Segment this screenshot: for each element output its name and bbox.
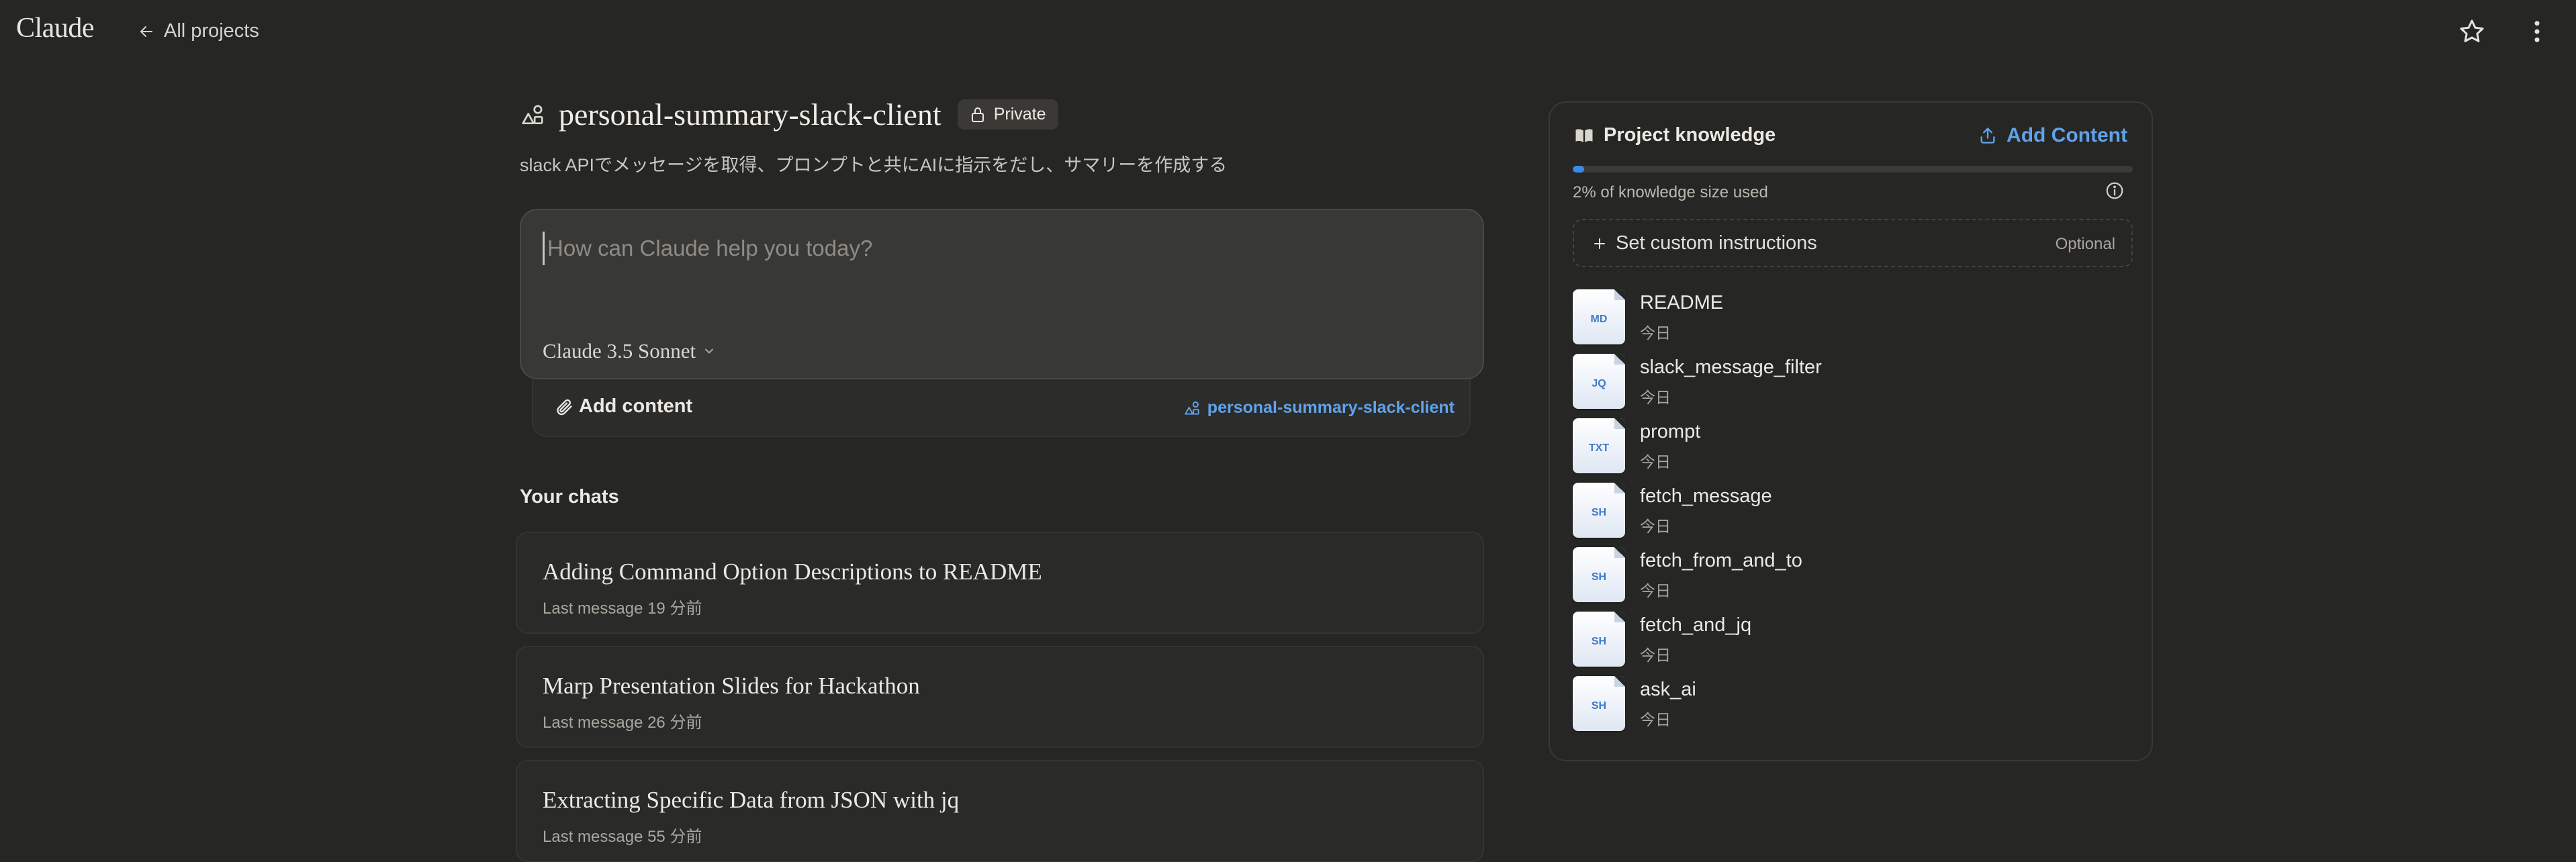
- file-date: 今日: [1640, 646, 1671, 664]
- chat-timestamp: Last message 55 分前: [543, 828, 702, 846]
- book-icon: [1574, 126, 1594, 146]
- knowledge-file[interactable]: TXT prompt 今日: [1573, 417, 2123, 479]
- star-icon[interactable]: [2458, 17, 2486, 46]
- file-name: fetch_from_and_to: [1640, 550, 1802, 571]
- custom-instructions-button[interactable]: Set custom instructions Optional: [1573, 219, 2133, 267]
- project-knowledge-panel: Project knowledge Add Content 2% of know…: [1549, 101, 2153, 761]
- file-icon: MD: [1573, 289, 1625, 344]
- all-projects-link[interactable]: All projects: [138, 20, 259, 42]
- project-icon: [520, 102, 545, 128]
- file-date: 今日: [1640, 389, 1671, 406]
- chat-title: Adding Command Option Descriptions to RE…: [543, 559, 1042, 585]
- chat-timestamp: Last message 26 分前: [543, 714, 702, 732]
- plus-icon: [1592, 236, 1608, 252]
- file-type: SH: [1591, 507, 1607, 518]
- knowledge-file[interactable]: SH ask_ai 今日: [1573, 675, 2123, 736]
- lock-icon: [970, 106, 986, 124]
- knowledge-usage-bar: [1573, 166, 2133, 173]
- chats-heading: Your chats: [520, 486, 619, 508]
- claude-logo[interactable]: Claude: [16, 12, 94, 44]
- knowledge-file[interactable]: MD README 今日: [1573, 288, 2123, 350]
- file-type: MD: [1590, 314, 1608, 325]
- file-icon: TXT: [1573, 418, 1625, 473]
- file-type: SH: [1591, 571, 1607, 583]
- file-type: TXT: [1588, 442, 1610, 454]
- info-icon[interactable]: [2105, 181, 2125, 201]
- chat-input[interactable]: [543, 232, 1462, 265]
- file-type: SH: [1591, 700, 1607, 712]
- project-context-label: personal-summary-slack-client: [1207, 398, 1455, 417]
- file-name: ask_ai: [1640, 679, 1696, 700]
- chat-item[interactable]: Adding Command Option Descriptions to RE…: [516, 532, 1484, 634]
- private-badge: Private: [957, 99, 1058, 130]
- file-name: slack_message_filter: [1640, 356, 1822, 378]
- chat-item[interactable]: Extracting Specific Data from JSON with …: [516, 760, 1484, 862]
- project-header: personal-summary-slack-client Private: [520, 97, 1058, 132]
- knowledge-usage-fill: [1573, 166, 1584, 173]
- add-content-label: Add content: [579, 395, 693, 417]
- chat-title: Marp Presentation Slides for Hackathon: [543, 673, 920, 699]
- project-knowledge-heading: Project knowledge: [1574, 124, 1776, 146]
- file-date: 今日: [1640, 582, 1671, 600]
- knowledge-file[interactable]: SH fetch_from_and_to 今日: [1573, 546, 2123, 608]
- file-date: 今日: [1640, 711, 1671, 728]
- project-icon: [1183, 399, 1201, 417]
- knowledge-file[interactable]: JQ slack_message_filter 今日: [1573, 352, 2123, 414]
- knowledge-file[interactable]: SH fetch_message 今日: [1573, 481, 2123, 543]
- file-icon: SH: [1573, 676, 1625, 731]
- chevron-down-icon: [702, 344, 716, 358]
- file-icon: SH: [1573, 483, 1625, 538]
- add-knowledge-label: Add Content: [2007, 124, 2127, 146]
- optional-label: Optional: [2055, 235, 2115, 253]
- arrow-left-icon: [138, 23, 154, 40]
- file-name: fetch_message: [1640, 485, 1772, 507]
- file-icon: JQ: [1573, 354, 1625, 409]
- project-context-link[interactable]: personal-summary-slack-client: [1183, 398, 1455, 418]
- file-date: 今日: [1640, 453, 1671, 471]
- file-name: README: [1640, 292, 1724, 314]
- chat-timestamp: Last message 19 分前: [543, 600, 702, 618]
- add-knowledge-button[interactable]: Add Content: [1978, 124, 2127, 147]
- model-selector[interactable]: Claude 3.5 Sonnet: [543, 339, 716, 363]
- paperclip-icon: [555, 397, 573, 416]
- more-vertical-icon[interactable]: [2529, 17, 2545, 46]
- custom-instructions-label-group: Set custom instructions: [1592, 232, 1817, 254]
- knowledge-file[interactable]: SH fetch_and_jq 今日: [1573, 610, 2123, 672]
- file-name: prompt: [1640, 421, 1701, 442]
- custom-instructions-label: Set custom instructions: [1616, 232, 1817, 254]
- file-date: 今日: [1640, 324, 1671, 342]
- project-knowledge-title: Project knowledge: [1604, 124, 1776, 146]
- private-label: Private: [993, 105, 1046, 124]
- model-label: Claude 3.5 Sonnet: [543, 339, 696, 363]
- add-content-button[interactable]: Add content: [555, 395, 692, 418]
- upload-icon: [1978, 126, 1997, 145]
- chat-composer: Claude 3.5 Sonnet: [520, 209, 1484, 379]
- file-name: fetch_and_jq: [1640, 614, 1752, 636]
- knowledge-usage-text: 2% of knowledge size used: [1573, 183, 1768, 201]
- chat-item[interactable]: Marp Presentation Slides for Hackathon L…: [516, 646, 1484, 748]
- file-date: 今日: [1640, 518, 1671, 535]
- project-description: slack APIでメッセージを取得、プロンプトと共にAIに指示をだし、サマリー…: [520, 155, 1228, 175]
- file-type: JQ: [1592, 378, 1606, 389]
- file-type: SH: [1591, 636, 1607, 647]
- file-icon: SH: [1573, 547, 1625, 602]
- file-icon: SH: [1573, 612, 1625, 667]
- all-projects-label: All projects: [164, 20, 259, 42]
- composer-attachment-bar: Add content personal-summary-slack-clien…: [532, 379, 1471, 437]
- page-title: personal-summary-slack-client: [559, 97, 941, 132]
- chat-title: Extracting Specific Data from JSON with …: [543, 787, 960, 813]
